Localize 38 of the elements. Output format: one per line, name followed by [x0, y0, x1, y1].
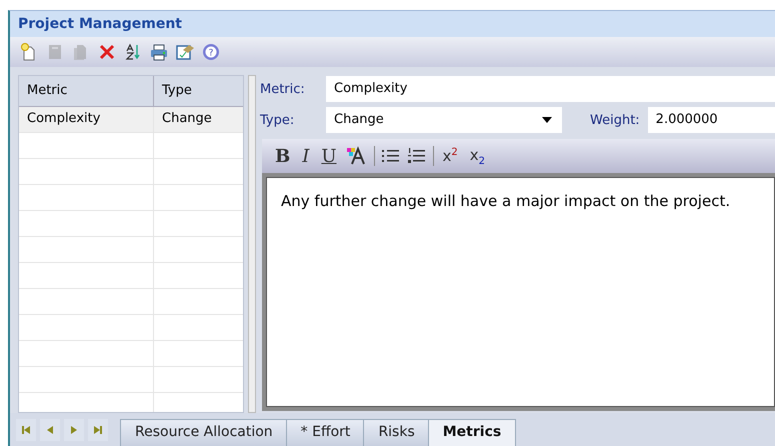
metric-field[interactable]: Complexity: [326, 76, 775, 102]
weight-field[interactable]: 2.000000: [648, 107, 775, 133]
grid-cell-text: Change: [161, 110, 213, 128]
tab[interactable]: Metrics: [428, 419, 516, 446]
prev-record-button[interactable]: [40, 418, 60, 440]
print-icon: [149, 42, 169, 62]
field-label: Weight:: [590, 112, 640, 128]
field-label: Metric:: [260, 82, 306, 96]
bullet-list-icon[interactable]: [380, 147, 401, 165]
window-title: Project Management: [10, 11, 775, 37]
next-record-button[interactable]: [64, 418, 84, 440]
tab[interactable]: * Effort: [286, 419, 366, 446]
tab[interactable]: Risks: [363, 419, 430, 446]
column-header[interactable]: Type: [154, 76, 242, 106]
grid-cell: Complexity: [19, 107, 154, 132]
tab[interactable]: Resource Allocation: [120, 419, 288, 446]
font-color-icon[interactable]: [346, 146, 368, 166]
italic-button[interactable]: I: [299, 146, 312, 166]
column-header[interactable]: Metric: [19, 76, 154, 106]
delete-icon: [97, 42, 117, 62]
caret-icon: [542, 117, 552, 123]
triangle-icon: [69, 424, 79, 434]
field-label: Type:: [260, 112, 296, 128]
type-dropdown[interactable]: Change: [326, 107, 562, 133]
help-button[interactable]: ?: [200, 41, 222, 63]
bar-triangle-icon: [93, 424, 103, 434]
bar-triangle-icon: [21, 424, 31, 434]
triangle-icon: [45, 424, 55, 434]
notes-text[interactable]: Any further change will have a major impact on the project.: [281, 192, 774, 210]
first-record-button[interactable]: [16, 418, 36, 440]
grid-row[interactable]: Complexity Change: [19, 107, 243, 133]
underline-button[interactable]: U: [318, 146, 340, 166]
subscript-button[interactable]: x$_{2}$: [466, 146, 488, 166]
last-record-button[interactable]: [88, 418, 108, 440]
superscript-button[interactable]: x$^{2}$: [440, 147, 461, 165]
numbered-list-icon[interactable]: [406, 147, 427, 165]
properties-icon: [175, 42, 195, 62]
bold-button[interactable]: B: [272, 146, 294, 166]
